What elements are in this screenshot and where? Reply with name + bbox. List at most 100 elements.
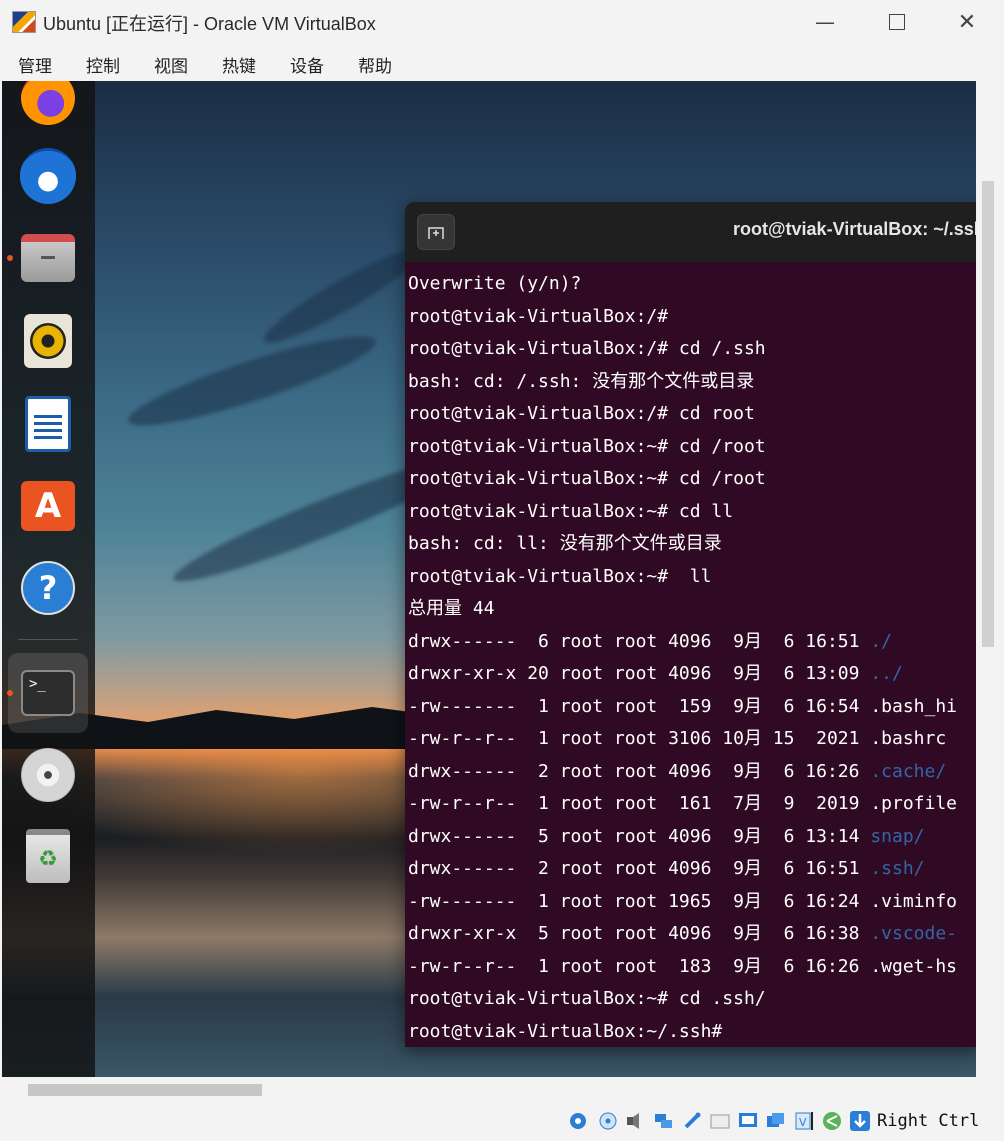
listing-filename: snap/ [870,825,925,847]
terminal-line: -rw------- 1 root root 1965 9月 6 16:24 .… [408,886,976,919]
terminal-line: drwx------ 2 root root 4096 9月 6 16:26 .… [408,756,976,789]
cpu-icon[interactable]: V [793,1110,815,1132]
display-icon[interactable] [737,1110,759,1132]
host-key-label: Right Ctrl [877,1111,980,1131]
running-indicator [7,255,13,261]
dock-item-writer[interactable] [19,395,77,453]
listing-attributes: -rw------- 1 root root 159 9月 6 16:54 [408,695,871,717]
terminal-window[interactable]: root@tviak-VirtualBox: ~/.ssh Overwrite … [405,202,976,1047]
maximize-icon [889,14,905,30]
terminal-line: -rw-r--r-- 1 root root 183 9月 6 16:26 .w… [408,951,976,984]
menu-help[interactable]: 帮助 [358,52,392,77]
terminal-line: root@tviak-VirtualBox:~# cd /root [408,468,766,489]
terminal-line: drwxr-xr-x 20 root root 4096 9月 6 13:09 … [408,658,976,691]
terminal-line: drwx------ 2 root root 4096 9月 6 16:51 .… [408,853,976,886]
thunderbird-icon [20,148,76,204]
dock-item-firefox[interactable] [19,81,77,127]
close-button[interactable]: ✕ [932,0,1002,44]
listing-attributes: drwx------ 2 root root 4096 9月 6 16:26 [408,760,871,782]
maximize-button[interactable] [862,0,932,44]
terminal-line: root@tviak-VirtualBox:~# cd .ssh/ [408,988,766,1009]
ubuntu-software-icon: A [21,481,75,531]
firefox-icon [21,81,75,125]
terminal-line: root@tviak-VirtualBox:/# [408,305,669,327]
terminal-line: bash: cd: ll: 没有那个文件或目录 [408,533,722,554]
dock-item-cd[interactable] [19,746,77,804]
menu-bar: 管理 控制 视图 热键 设备 帮助 [0,44,1004,80]
libreoffice-writer-icon [25,396,71,452]
listing-filename: ./ [870,630,893,652]
listing-filename: .bashrc [870,728,947,749]
listing-filename: .viminfo [870,890,958,912]
terminal-line: bash: cd: /.ssh: 没有那个文件或目录 [408,370,755,392]
virtualbox-app-icon [12,11,36,33]
dock-item-rhythmbox[interactable] [19,312,77,370]
horizontal-scrollbar[interactable] [28,1084,262,1096]
dock-item-thunderbird[interactable] [19,147,77,205]
terminal-line: -rw-r--r-- 1 root root 161 7月 9 2019 .pr… [408,788,976,821]
terminal-headerbar[interactable]: root@tviak-VirtualBox: ~/.ssh [405,202,976,262]
svg-text:V: V [799,1116,807,1129]
vm-display[interactable]: A ? >_ ♻ root@tviak-VirtualBox: ~/.ssh O… [2,81,976,1077]
dock-item-files[interactable] [19,229,77,287]
listing-filename: .profile [870,793,958,814]
dock-item-terminal[interactable]: >_ [19,664,77,722]
terminal-output[interactable]: Overwrite (y/n)? root@tviak-VirtualBox:/#… [408,268,976,1047]
terminal-line: root@tviak-VirtualBox:~# cd /root [408,435,766,457]
hard-disk-icon[interactable] [567,1110,589,1132]
wallpaper-cloud [256,238,428,354]
terminal-line: drwxr-xr-x 5 root root 4096 9月 6 16:38 .… [408,918,976,951]
listing-attributes: -rw-r--r-- 1 root root 161 7月 9 2019 [408,793,871,814]
new-tab-button[interactable] [417,214,455,250]
rhythmbox-icon [24,314,72,368]
terminal-icon: >_ [21,670,75,716]
terminal-line: drwx------ 6 root root 4096 9月 6 16:51 .… [408,626,976,659]
listing-attributes: drwx------ 6 root root 4096 9月 6 16:51 [408,630,871,652]
dock-item-trash[interactable]: ♻ [19,827,77,885]
menu-hotkeys[interactable]: 热键 [222,52,256,77]
dock-item-software[interactable]: A [19,477,77,535]
terminal-line: root@tviak-VirtualBox:/# cd /.ssh [408,338,766,359]
dock-separator [18,639,78,640]
vertical-scrollbar[interactable] [982,181,994,647]
listing-attributes: -rw-r--r-- 1 root root 3106 10月 15 2021 [408,728,871,749]
vm-statusbar: V Right Ctrl [0,1100,1004,1141]
listing-attributes: drwx------ 2 root root 4096 9月 6 16:51 [408,858,871,879]
listing-filename: .bash_hi [870,695,958,717]
wallpaper-cloud [122,321,382,441]
listing-attributes: -rw-r--r-- 1 root root 183 9月 6 16:26 [408,955,871,977]
mouse-integration-icon[interactable] [821,1110,843,1132]
menu-machine[interactable]: 管理 [18,52,52,77]
shared-folders-icon[interactable] [709,1110,731,1132]
network-icon[interactable] [653,1110,675,1132]
keyboard-icon[interactable] [849,1110,871,1132]
listing-attributes: -rw------- 1 root root 1965 9月 6 16:24 [408,890,871,912]
listing-filename: .ssh/ [870,858,925,879]
listing-filename: .cache/ [870,760,947,782]
menu-devices[interactable]: 设备 [290,52,324,77]
terminal-line: Overwrite (y/n)? [408,273,582,294]
terminal-line: -rw------- 1 root root 159 9月 6 16:54 .b… [408,691,976,724]
terminal-line: root@tviak-VirtualBox:~# cd ll [408,500,734,522]
listing-attributes: drwxr-xr-x 5 root root 4096 9月 6 16:38 [408,923,871,944]
audio-icon[interactable] [625,1110,647,1132]
menu-view[interactable]: 视图 [154,52,188,77]
usb-icon[interactable] [681,1110,703,1132]
minimize-button[interactable]: — [790,0,860,44]
cd-drive-icon [21,748,75,802]
terminal-title: root@tviak-VirtualBox: ~/.ssh [733,219,976,239]
window-titlebar[interactable]: Ubuntu [正在运行] - Oracle VM VirtualBox — ✕ [0,0,1004,44]
help-icon: ? [21,561,75,615]
new-tab-icon [428,227,444,239]
menu-control[interactable]: 控制 [86,52,120,77]
terminal-line: 总用量 44 [408,598,495,619]
recording-icon[interactable] [765,1110,787,1132]
listing-filename: ../ [870,663,903,684]
listing-filename: .vscode- [870,923,958,944]
optical-drive-icon[interactable] [597,1110,619,1132]
trash-icon: ♻ [26,829,70,883]
listing-attributes: drwx------ 5 root root 4096 9月 6 13:14 [408,825,871,847]
terminal-line: -rw-r--r-- 1 root root 3106 10月 15 2021 … [408,723,976,756]
dock-item-help[interactable]: ? [19,559,77,617]
terminal-line: drwx------ 5 root root 4096 9月 6 13:14 s… [408,821,976,854]
